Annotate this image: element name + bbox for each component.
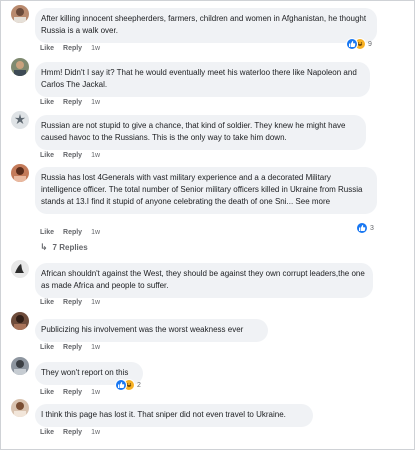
view-replies-link[interactable]: ↳ 7 Replies	[40, 242, 88, 253]
comment-text: After killing innocent sheepherders, far…	[41, 14, 367, 35]
avatar[interactable]	[11, 399, 29, 417]
avatar[interactable]	[11, 58, 29, 76]
comment-timestamp[interactable]: 1w	[91, 45, 100, 52]
comment-bubble: Russian are not stupid to give a chance,…	[35, 115, 366, 150]
reaction-summary[interactable]: 9	[346, 38, 372, 50]
reaction-summary[interactable]: 3	[356, 222, 374, 234]
like-button[interactable]: Like	[40, 99, 54, 106]
reaction-count: 2	[137, 381, 141, 389]
avatar[interactable]	[11, 111, 29, 129]
comment-text: Publicizing his involvement was the wors…	[41, 325, 244, 334]
replies-count: 7 Replies	[52, 243, 88, 252]
comment-actions: Like Reply 1w	[40, 389, 100, 396]
comment-timestamp[interactable]: 1w	[91, 229, 100, 236]
comment-timestamp[interactable]: 1w	[91, 299, 100, 306]
comment-timestamp[interactable]: 1w	[91, 389, 100, 396]
reply-button[interactable]: Reply	[63, 389, 82, 396]
comment-text: African shouldn't against the West, they…	[41, 269, 365, 290]
comment-actions: Like Reply 1w	[40, 429, 100, 436]
avatar[interactable]	[11, 312, 29, 330]
comment-text: They won't report on this	[41, 368, 129, 377]
comment-bubble: Russia has lost 4Generals with vast mili…	[35, 167, 377, 214]
reaction-summary[interactable]: 2	[115, 379, 141, 391]
like-icon	[346, 38, 358, 50]
like-icon	[115, 379, 127, 391]
comment-bubble: African shouldn't against the West, they…	[35, 263, 373, 298]
reply-button[interactable]: Reply	[63, 429, 82, 436]
comment-bubble: Publicizing his involvement was the wors…	[35, 319, 268, 342]
like-icon	[356, 222, 368, 234]
avatar[interactable]	[11, 357, 29, 375]
avatar[interactable]	[11, 164, 29, 182]
reply-button[interactable]: Reply	[63, 99, 82, 106]
reply-button[interactable]: Reply	[63, 152, 82, 159]
like-button[interactable]: Like	[40, 389, 54, 396]
comment-actions: Like Reply 1w	[40, 45, 100, 52]
like-button[interactable]: Like	[40, 45, 54, 52]
comment-text: Russian are not stupid to give a chance,…	[41, 121, 346, 142]
reaction-count: 9	[368, 40, 372, 48]
comment-text: I think this page has lost it. That snip…	[41, 410, 286, 419]
reply-button[interactable]: Reply	[63, 229, 82, 236]
like-button[interactable]: Like	[40, 229, 54, 236]
like-button[interactable]: Like	[40, 344, 54, 351]
reply-button[interactable]: Reply	[63, 344, 82, 351]
comment-timestamp[interactable]: 1w	[91, 344, 100, 351]
comment-actions: Like Reply 1w	[40, 344, 100, 351]
like-button[interactable]: Like	[40, 299, 54, 306]
comment-actions: Like Reply 1w	[40, 229, 100, 236]
avatar[interactable]	[11, 5, 29, 23]
comment-timestamp[interactable]: 1w	[91, 429, 100, 436]
comments-panel: After killing innocent sheepherders, far…	[0, 0, 415, 450]
comment-actions: Like Reply 1w	[40, 152, 100, 159]
comment-timestamp[interactable]: 1w	[91, 152, 100, 159]
reply-button[interactable]: Reply	[63, 299, 82, 306]
like-button[interactable]: Like	[40, 429, 54, 436]
reaction-count: 3	[370, 224, 374, 232]
avatar[interactable]	[11, 260, 29, 278]
comment-actions: Like Reply 1w	[40, 299, 100, 306]
comment-actions: Like Reply 1w	[40, 99, 100, 106]
comment-text: Hmm! Didn't I say it? That he would even…	[41, 68, 357, 89]
reply-arrow-icon: ↳	[40, 242, 48, 252]
comment-bubble: I think this page has lost it. That snip…	[35, 404, 313, 427]
comment-bubble: After killing innocent sheepherders, far…	[35, 8, 377, 43]
comment-bubble: Hmm! Didn't I say it? That he would even…	[35, 62, 370, 97]
reply-button[interactable]: Reply	[63, 45, 82, 52]
like-button[interactable]: Like	[40, 152, 54, 159]
comment-timestamp[interactable]: 1w	[91, 99, 100, 106]
see-more-link[interactable]: See more	[295, 197, 330, 206]
